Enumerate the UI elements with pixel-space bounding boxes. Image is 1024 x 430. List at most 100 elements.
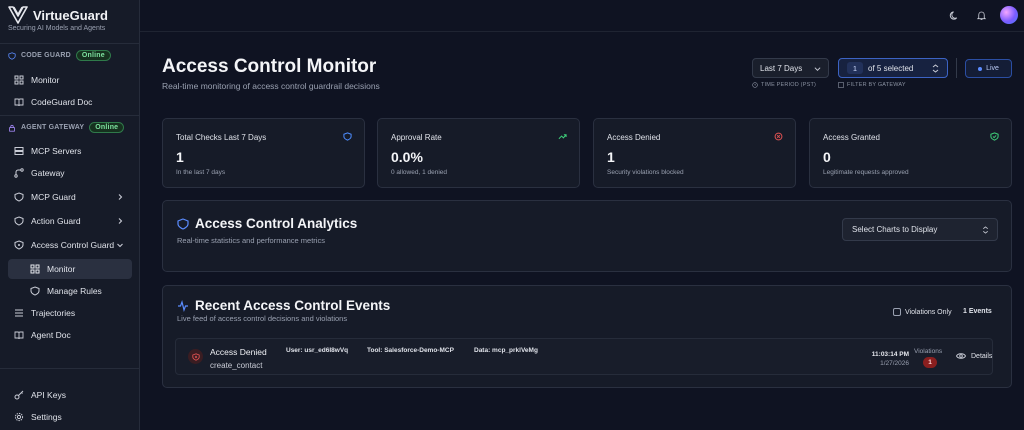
stat-sub: In the last 7 days bbox=[176, 169, 226, 176]
route-icon bbox=[14, 168, 24, 178]
agent-gateway-label: AGENT GATEWAY bbox=[21, 124, 85, 131]
agent-gateway-status-badge: Online bbox=[89, 122, 125, 133]
violations-count-badge: 1 bbox=[923, 357, 937, 368]
gateway-filter-label: FILTER BY GATEWAY bbox=[838, 82, 906, 88]
divider bbox=[0, 368, 140, 369]
trending-up-icon bbox=[558, 134, 567, 140]
code-guard-section: CODE GUARD Online bbox=[8, 50, 111, 61]
stat-title: Total Checks Last 7 Days bbox=[176, 133, 267, 142]
chevron-right-icon bbox=[118, 218, 123, 224]
shield-check-icon bbox=[990, 132, 999, 141]
violations-only-checkbox[interactable]: Violations Only bbox=[893, 308, 952, 316]
stat-sub: 0 allowed, 1 denied bbox=[391, 169, 448, 176]
event-row[interactable]: Access Denied User: usr_ed6I8wVq Tool: S… bbox=[175, 338, 993, 375]
select-charts-placeholder: Select Charts to Display bbox=[852, 225, 938, 234]
sidebar-item-access-monitor[interactable]: Monitor bbox=[8, 259, 132, 279]
time-period-label-text: TIME PERIOD (PST) bbox=[761, 82, 817, 88]
clock-icon bbox=[752, 82, 758, 88]
sidebar-item-manage-rules[interactable]: Manage Rules bbox=[8, 281, 132, 301]
chevron-down-icon bbox=[814, 67, 821, 71]
live-label: Live bbox=[986, 65, 999, 72]
brand[interactable]: VirtueGuard bbox=[8, 6, 108, 24]
checkbox-box[interactable] bbox=[893, 308, 901, 316]
shield-icon bbox=[343, 132, 352, 141]
x-circle-icon bbox=[774, 132, 783, 141]
stat-sub: Security violations blocked bbox=[607, 169, 684, 176]
sidebar-item-label: CodeGuard Doc bbox=[31, 97, 93, 107]
sidebar-item-access-control-guard[interactable]: Access Control Guard bbox=[8, 235, 132, 255]
violations-only-label: Violations Only bbox=[905, 308, 952, 316]
stat-title: Access Denied bbox=[607, 133, 661, 142]
list-icon bbox=[15, 309, 23, 317]
event-status: Access Denied bbox=[210, 347, 267, 357]
chevron-right-icon bbox=[118, 194, 123, 200]
gateway-filter-label-text: FILTER BY GATEWAY bbox=[847, 82, 906, 88]
sidebar-item-codeguard-doc[interactable]: CodeGuard Doc bbox=[8, 92, 132, 112]
stat-value: 1 bbox=[176, 149, 184, 165]
code-guard-label: CODE GUARD bbox=[21, 52, 71, 59]
agent-gateway-section: AGENT GATEWAY Online bbox=[8, 122, 125, 133]
time-period-label: TIME PERIOD (PST) bbox=[752, 82, 816, 88]
divider bbox=[0, 115, 140, 116]
sidebar-item-code-monitor[interactable]: Monitor bbox=[8, 70, 132, 90]
sidebar-item-label: Monitor bbox=[31, 75, 60, 85]
sidebar-item-label: Gateway bbox=[31, 168, 65, 178]
live-button[interactable]: Live bbox=[965, 59, 1012, 78]
analytics-title: Access Control Analytics bbox=[177, 216, 357, 231]
gateway-filter-select[interactable]: 1 of 5 selected bbox=[838, 58, 948, 78]
stat-value: 1 bbox=[607, 149, 615, 165]
stat-card-approval-rate: Approval Rate 0.0% 0 allowed, 1 denied bbox=[377, 118, 580, 188]
event-tool: Tool: Salesforce-Demo-MCP bbox=[367, 347, 454, 354]
events-panel: Recent Access Control Events Live feed o… bbox=[162, 285, 1012, 388]
stat-value: 0 bbox=[823, 149, 831, 165]
details-label: Details bbox=[971, 352, 993, 360]
sidebar-item-api-keys[interactable]: API Keys bbox=[8, 385, 132, 405]
sidebar-item-settings[interactable]: Settings bbox=[8, 407, 132, 427]
avatar[interactable] bbox=[1000, 6, 1018, 24]
events-count: 1 Events bbox=[963, 308, 992, 315]
shield-icon bbox=[14, 192, 24, 202]
time-period-select[interactable]: Last 7 Days bbox=[752, 58, 829, 78]
event-data: Data: mcp_prklVeMg bbox=[474, 347, 538, 354]
sidebar-item-label: Settings bbox=[31, 412, 62, 422]
event-action: create_contact bbox=[210, 361, 263, 370]
shield-lock-icon bbox=[14, 240, 24, 250]
sidebar-item-label: Manage Rules bbox=[47, 286, 102, 296]
sidebar-item-gateway[interactable]: Gateway bbox=[8, 163, 132, 183]
analytics-subtitle: Real-time statistics and performance met… bbox=[177, 236, 325, 245]
sidebar-item-agent-doc[interactable]: Agent Doc bbox=[8, 325, 132, 345]
gear-icon bbox=[14, 412, 24, 422]
gateway-filter-value: of 5 selected bbox=[868, 63, 914, 73]
book-icon bbox=[14, 98, 24, 107]
page-title: Access Control Monitor bbox=[162, 56, 377, 77]
page-subtitle: Real-time monitoring of access control g… bbox=[162, 81, 380, 91]
sidebar-item-action-guard[interactable]: Action Guard bbox=[8, 211, 132, 231]
grid-icon bbox=[14, 75, 24, 85]
sidebar-item-mcp-servers[interactable]: MCP Servers bbox=[8, 141, 132, 161]
sidebar-item-trajectories[interactable]: Trajectories bbox=[8, 303, 132, 323]
analytics-title-text: Access Control Analytics bbox=[195, 216, 358, 231]
live-dot-icon bbox=[978, 66, 983, 71]
moon-icon[interactable] bbox=[949, 10, 960, 21]
stat-title: Access Granted bbox=[823, 133, 880, 142]
details-button[interactable]: Details bbox=[956, 352, 992, 360]
sidebar-item-label: MCP Guard bbox=[31, 192, 76, 202]
events-subtitle: Live feed of access control decisions an… bbox=[177, 314, 348, 323]
activity-icon bbox=[178, 299, 188, 312]
chevron-updown-icon bbox=[932, 64, 939, 73]
eye-icon bbox=[956, 353, 966, 359]
chevron-updown-icon bbox=[983, 226, 988, 234]
book-icon bbox=[14, 331, 24, 340]
violations-label: Violations bbox=[914, 348, 943, 355]
sidebar-item-label: API Keys bbox=[31, 390, 66, 400]
shield-icon bbox=[8, 51, 16, 60]
filter-icon bbox=[838, 82, 844, 88]
sidebar-item-label: Access Control Guard bbox=[31, 240, 115, 250]
select-charts-dropdown[interactable]: Select Charts to Display bbox=[842, 218, 998, 241]
virtueguard-logo-icon bbox=[8, 6, 28, 24]
events-title-text: Recent Access Control Events bbox=[195, 298, 391, 313]
brand-name: VirtueGuard bbox=[33, 7, 108, 23]
bell-icon[interactable] bbox=[976, 10, 987, 21]
divider bbox=[956, 58, 957, 78]
sidebar-item-mcp-guard[interactable]: MCP Guard bbox=[8, 187, 132, 207]
